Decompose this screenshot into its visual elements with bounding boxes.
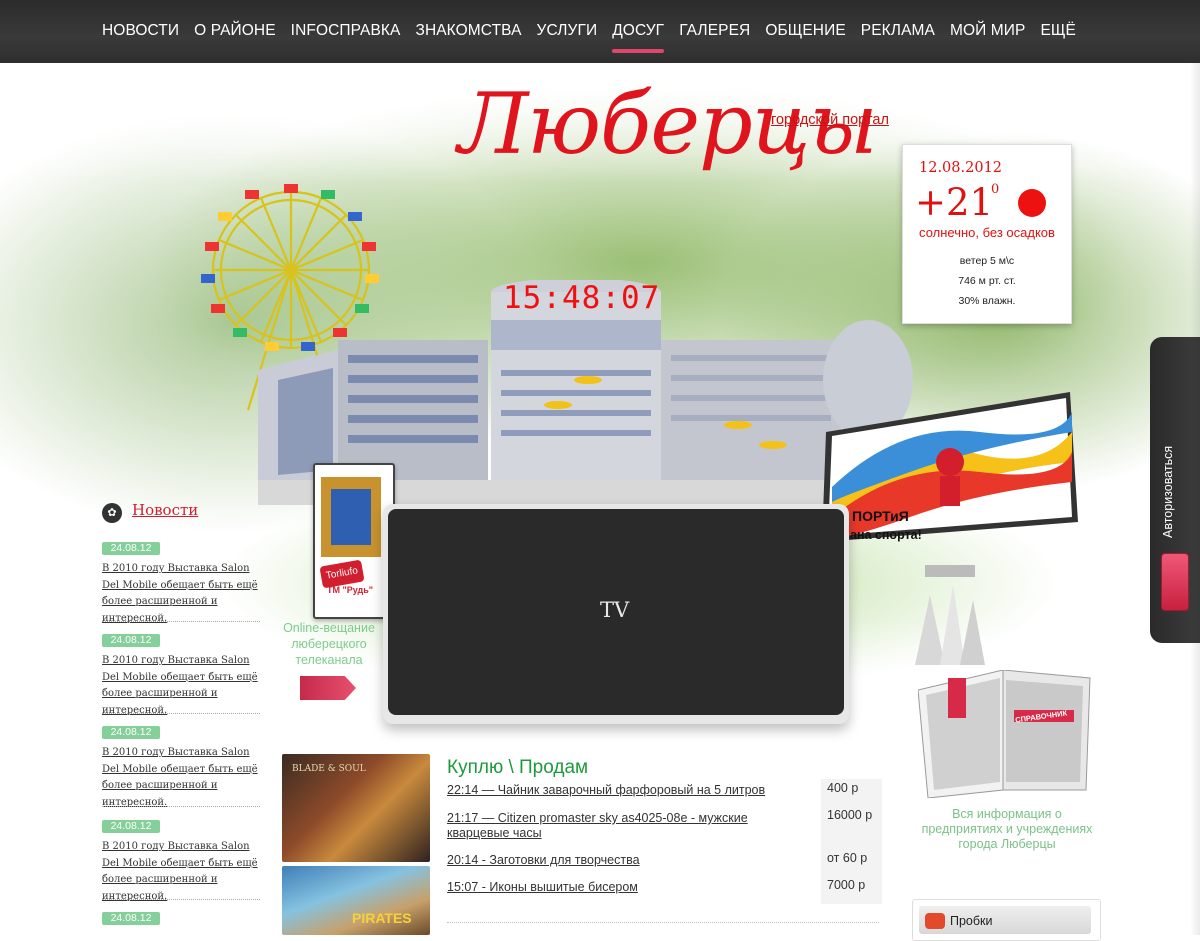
nav-item-leisure[interactable]: ДОСУГ bbox=[612, 22, 665, 53]
billboard-stand bbox=[915, 565, 985, 665]
market-price: 16000 р bbox=[827, 808, 873, 822]
game-thumbnail[interactable]: PIRATES bbox=[282, 866, 430, 935]
news-separator bbox=[102, 806, 260, 807]
traffic-light-icon bbox=[925, 913, 945, 929]
market-price: 400 р bbox=[827, 781, 859, 795]
traffic-label: Пробки bbox=[950, 914, 993, 928]
nav-item-info[interactable]: INFOСПРАВКА bbox=[291, 22, 401, 40]
nav-item-services[interactable]: УСЛУГИ bbox=[537, 22, 598, 40]
page-right-edge bbox=[1190, 63, 1200, 935]
news-separator bbox=[102, 899, 260, 900]
billboard-brand: ПОРТиЯ bbox=[852, 508, 909, 524]
news-date-badge: 24.08.12 bbox=[102, 542, 160, 555]
nav-item-gallery[interactable]: ГАЛЕРЕЯ bbox=[679, 22, 750, 40]
weather-humidity: 30% влажн. bbox=[958, 295, 1016, 307]
main-menu: НОВОСТИ О РАЙОНЕ INFOСПРАВКА ЗНАКОМСТВА … bbox=[102, 22, 1076, 53]
market-item[interactable]: 15:07 - Иконы вышитые бисером bbox=[447, 880, 792, 895]
weather-degree-sign: 0 bbox=[991, 182, 1000, 197]
nav-item-ads[interactable]: РЕКЛАМА bbox=[861, 22, 935, 40]
nav-item-communication[interactable]: ОБЩЕНИЕ bbox=[765, 22, 845, 40]
news-item-text[interactable]: В 2010 году Выставка Salon Del Mobile об… bbox=[102, 561, 258, 627]
online-broadcast-text: Online-вещание люберецкого телеканала bbox=[283, 621, 375, 667]
nav-item-more[interactable]: ЕЩЁ bbox=[1040, 22, 1076, 40]
tv-label: TV bbox=[600, 598, 630, 622]
auth-label[interactable]: Авторизоваться bbox=[1161, 428, 1181, 538]
news-date-badge: 24.08.12 bbox=[102, 634, 160, 647]
game-thumbnail-title: BLADE & SOUL bbox=[292, 764, 366, 774]
weather-temperature: +21 bbox=[915, 181, 994, 224]
nav-item-dating[interactable]: ЗНАКОМСТВА bbox=[415, 22, 521, 40]
nav-item-about-district[interactable]: О РАЙОНЕ bbox=[194, 22, 276, 40]
market-title[interactable]: Куплю \ Продам bbox=[447, 757, 588, 779]
weather-date: 12.08.2012 bbox=[919, 160, 1003, 176]
news-item-text[interactable]: В 2010 году Выставка Salon Del Mobile об… bbox=[102, 839, 258, 905]
nav-item-my-world[interactable]: МОЙ МИР bbox=[950, 22, 1026, 40]
market-separator bbox=[447, 922, 879, 923]
sun-icon bbox=[1018, 189, 1046, 217]
weather-pressure: 746 м рт. ст. bbox=[958, 275, 1016, 287]
game-thumbnail[interactable]: BLADE & SOUL bbox=[282, 754, 430, 862]
top-nav-bar: НОВОСТИ О РАЙОНЕ INFOСПРАВКА ЗНАКОМСТВА … bbox=[0, 0, 1200, 64]
weather-condition: солнечно, без осадков bbox=[919, 225, 1055, 240]
poster-product bbox=[331, 489, 371, 545]
nav-item-news[interactable]: НОВОСТИ bbox=[102, 22, 179, 40]
market-item[interactable]: 22:14 — Чайник заварочный фарфоровый на … bbox=[447, 783, 792, 798]
online-broadcast-arrow-button[interactable] bbox=[300, 676, 356, 700]
news-date-badge: 24.08.12 bbox=[102, 726, 160, 739]
poster-subbrand: ТМ "Рудь" bbox=[327, 585, 374, 595]
butterfly-icon: ✿ bbox=[102, 503, 122, 523]
game-thumbnail-title: PIRATES bbox=[352, 910, 412, 926]
weather-widget: 12.08.2012 +21 0 солнечно, без осадков в… bbox=[902, 144, 1072, 324]
weather-wind: ветер 5 м\с bbox=[959, 255, 1015, 267]
market-price: от 60 р bbox=[827, 851, 868, 865]
market-item[interactable]: 21:17 — Citizen promaster sky as4025-08e… bbox=[447, 811, 792, 841]
market-item[interactable]: 20:14 - Заготовки для творчества bbox=[447, 853, 792, 868]
billboard-slogan: ана спорта! bbox=[850, 528, 922, 542]
news-separator bbox=[102, 713, 260, 714]
directory-book-image[interactable] bbox=[918, 670, 1093, 798]
directory-caption[interactable]: Вся информация о предприятиях и учрежден… bbox=[914, 807, 1100, 852]
news-item-text[interactable]: В 2010 году Выставка Salon Del Mobile об… bbox=[102, 745, 258, 811]
city-portal-link[interactable]: городской портал bbox=[771, 112, 889, 128]
news-separator bbox=[102, 621, 260, 622]
news-item-text[interactable]: В 2010 году Выставка Salon Del Mobile об… bbox=[102, 653, 258, 719]
news-heading-link[interactable]: Новости bbox=[132, 501, 198, 519]
news-date-badge: 24.08.12 bbox=[102, 912, 160, 925]
auth-open-button[interactable] bbox=[1161, 553, 1189, 611]
news-date-badge: 24.08.12 bbox=[102, 820, 160, 833]
market-price: 7000 р bbox=[827, 878, 866, 892]
clock-display: 15:48:07 bbox=[503, 280, 661, 316]
